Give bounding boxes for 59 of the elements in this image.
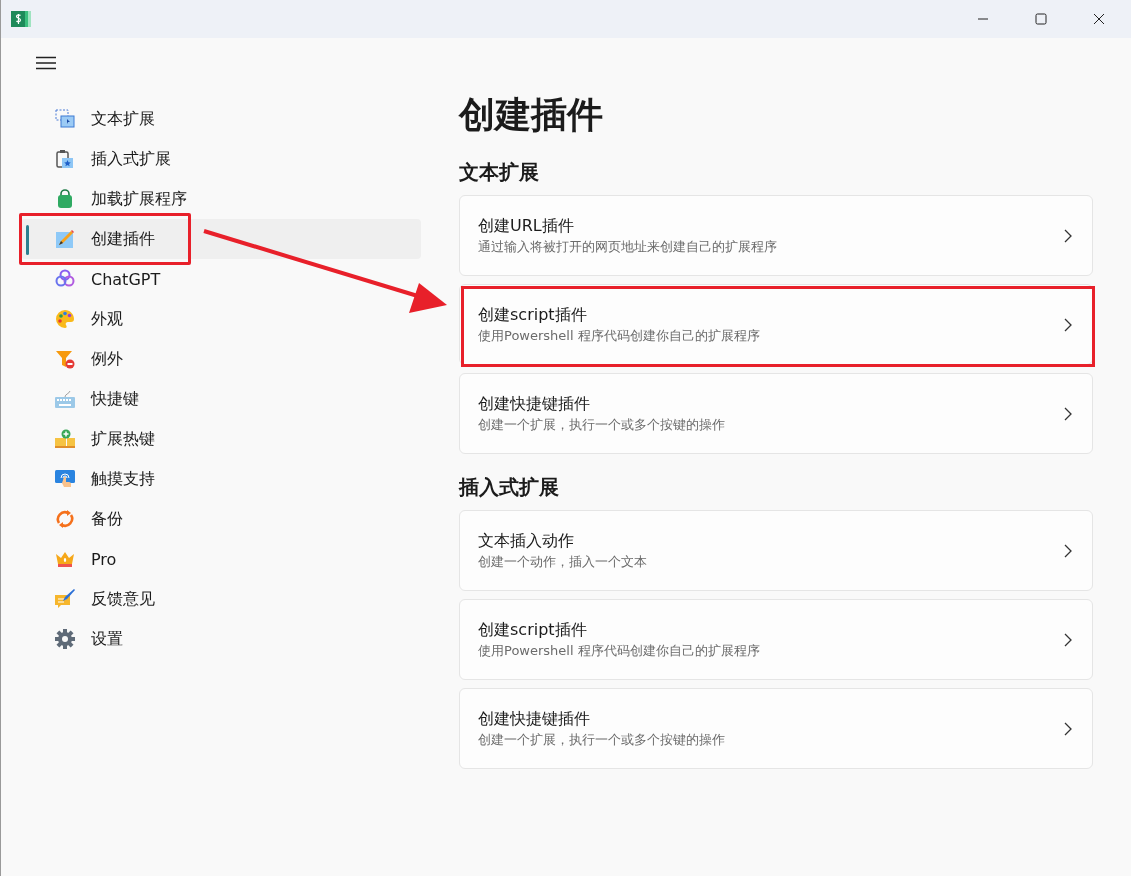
plugin-card[interactable]: 创建script插件 使用Powershell 程序代码创建你自己的扩展程序 xyxy=(459,599,1093,680)
maximize-icon xyxy=(1035,13,1047,25)
chevron-right-icon xyxy=(1064,543,1072,558)
sidebar-item[interactable]: 文本扩展 xyxy=(21,99,421,139)
card-title: 创建script插件 xyxy=(478,619,588,641)
plugin-card[interactable]: 创建快捷键插件 创建一个扩展，执行一个或多个按键的操作 xyxy=(459,373,1093,454)
sidebar-item[interactable]: 备份 xyxy=(21,499,421,539)
card-title: 创建快捷键插件 xyxy=(478,708,591,730)
card-description: 使用Powershell 程序代码创建你自己的扩展程序 xyxy=(478,641,761,660)
sidebar-item[interactable]: ChatGPT xyxy=(21,259,421,299)
plugin-card[interactable]: 创建script插件 使用Powershell 程序代码创建你自己的扩展程序 xyxy=(459,284,1093,365)
sidebar-item[interactable]: 例外 xyxy=(21,339,421,379)
chevron-right-icon xyxy=(1064,632,1072,647)
funnel-minus-icon xyxy=(55,349,75,369)
keys-plus-icon xyxy=(55,429,75,449)
chevron-right-icon xyxy=(1064,228,1072,243)
palette-icon xyxy=(55,309,75,329)
sidebar-item[interactable]: 设置 xyxy=(21,619,421,659)
card-description: 创建一个扩展，执行一个或多个按键的操作 xyxy=(478,415,726,434)
chevron-right-icon xyxy=(1064,317,1072,332)
card-description: 创建一个扩展，执行一个或多个按键的操作 xyxy=(478,730,726,749)
knot-logo-icon xyxy=(55,269,75,289)
sidebar-item[interactable]: 触摸支持 xyxy=(21,459,421,499)
touch-screen-icon xyxy=(55,469,75,489)
feedback-note-icon xyxy=(55,589,75,609)
card-title: 创建script插件 xyxy=(478,304,588,326)
sidebar-item[interactable]: 插入式扩展 xyxy=(21,139,421,179)
close-icon xyxy=(1093,13,1105,25)
selection-indicator xyxy=(26,225,29,255)
section-heading: 插入式扩展 xyxy=(459,474,560,500)
section-heading: 文本扩展 xyxy=(459,159,540,185)
pencil-note-icon xyxy=(55,229,75,249)
sidebar-item[interactable]: 外观 xyxy=(21,299,421,339)
card-description: 使用Powershell 程序代码创建你自己的扩展程序 xyxy=(478,326,761,345)
sidebar-item[interactable]: 加载扩展程序 xyxy=(21,179,421,219)
sidebar-item[interactable]: 创建插件 xyxy=(21,219,421,259)
shopping-bag-icon xyxy=(55,189,75,209)
sidebar-item[interactable]: Pro xyxy=(21,539,421,579)
card-description: 通过输入将被打开的网页地址来创建自己的扩展程序 xyxy=(478,237,778,256)
dashed-window-icon xyxy=(55,109,75,129)
sync-arrows-icon xyxy=(55,509,75,529)
card-title: 创建URL插件 xyxy=(478,215,575,237)
chevron-right-icon xyxy=(1064,406,1072,421)
sidebar-item[interactable]: 反馈意见 xyxy=(21,579,421,619)
plugin-card[interactable]: 创建快捷键插件 创建一个扩展，执行一个或多个按键的操作 xyxy=(459,688,1093,769)
plugin-card[interactable]: 创建URL插件 通过输入将被打开的网页地址来创建自己的扩展程序 xyxy=(459,195,1093,276)
keyboard-icon xyxy=(55,389,75,409)
plugin-card[interactable]: 文本插入动作 创建一个动作，插入一个文本 xyxy=(459,510,1093,591)
card-description: 创建一个动作，插入一个文本 xyxy=(478,552,648,571)
sidebar-item[interactable]: 扩展热键 xyxy=(21,419,421,459)
app-logo-icon xyxy=(11,11,31,27)
page-title: 创建插件 xyxy=(459,93,604,137)
sidebar-item[interactable]: 快捷键 xyxy=(21,379,421,419)
card-title: 创建快捷键插件 xyxy=(478,393,591,415)
clipboard-star-icon xyxy=(55,149,75,169)
chevron-right-icon xyxy=(1064,721,1072,736)
settings-icon xyxy=(55,629,75,649)
menu-button[interactable] xyxy=(35,55,57,71)
card-title: 文本插入动作 xyxy=(478,530,575,552)
